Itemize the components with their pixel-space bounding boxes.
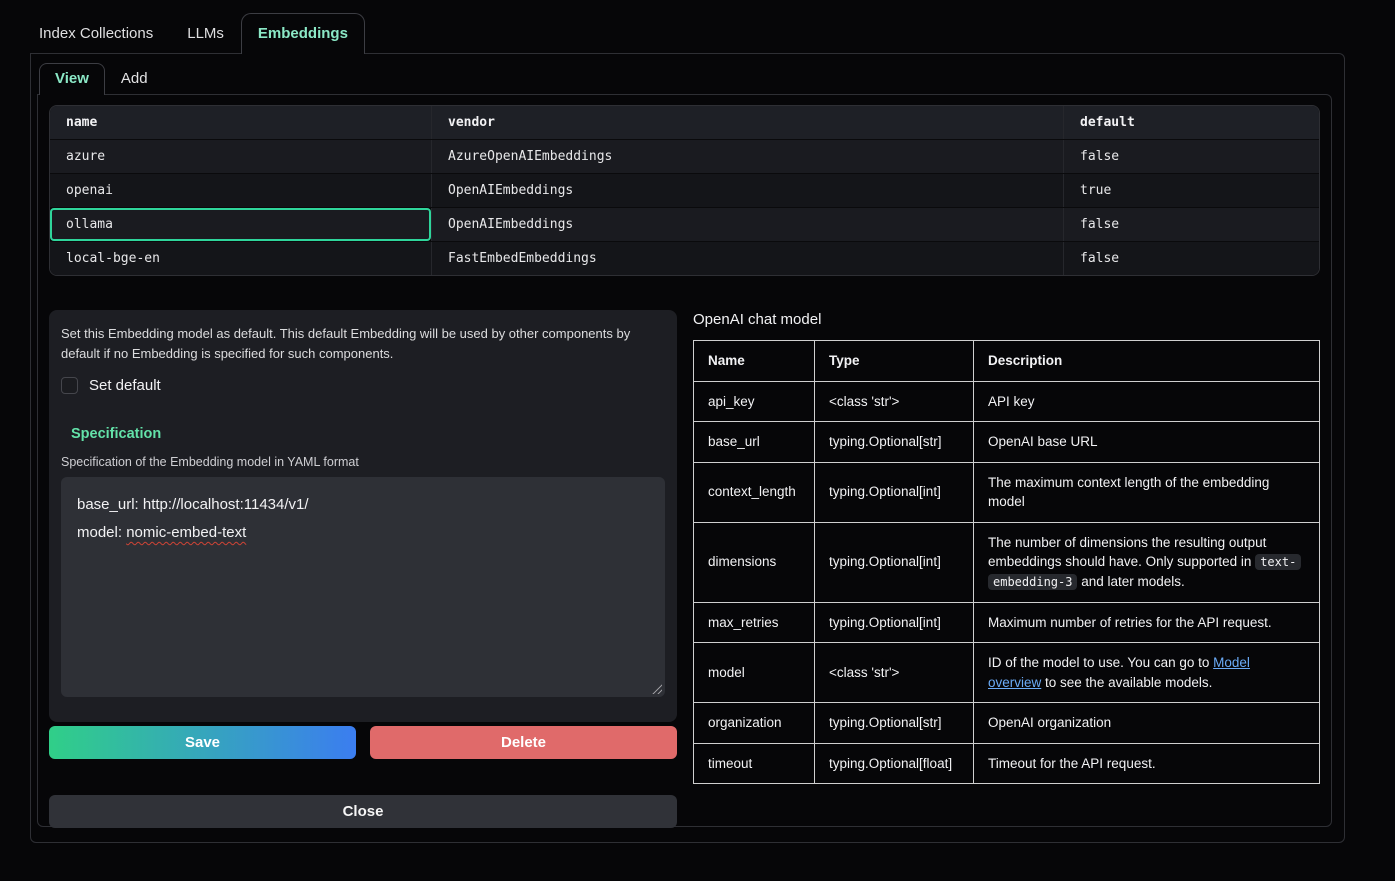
table-row-azure: azureAzureOpenAIEmbeddingsfalse [50,139,1319,173]
schema-description-api-key: API key [974,381,1320,422]
view-tab-panel: namevendordefaultazureAzureOpenAIEmbeddi… [37,94,1332,827]
table-row-ollama: ollamaOpenAIEmbeddingsfalse [50,207,1319,241]
table-row-openai: openaiOpenAIEmbeddingstrue [50,173,1319,207]
embeddings-table-header-row: namevendordefault [50,106,1319,139]
misspelled-word: nomic-embed-text [126,524,246,541]
column-header-vendor[interactable]: vendor [431,106,1063,139]
cell-openai-default[interactable]: true [1063,174,1319,207]
inline-code: text-embedding-3 [988,554,1301,590]
schema-description-model: ID of the model to use. You can go to Mo… [974,643,1320,703]
cell-azure-name[interactable]: azure [50,140,431,173]
schema-type-context-length: typing.Optional[int] [815,462,974,522]
schema-row-organization: organizationtyping.Optional[str]OpenAI o… [694,703,1320,744]
spec-yaml-textarea[interactable]: base_url: http://localhost:11434/v1/ mod… [61,477,665,697]
model-overview-link[interactable]: Model overview [988,655,1250,690]
default-settings-card: Set this Embedding model as default. Thi… [49,310,677,722]
schema-name-dimensions: dimensions [694,522,815,602]
view-add-tab-bar: ViewAdd [31,63,1344,94]
schema-column-header-name: Name [694,341,815,382]
column-header-name[interactable]: name [50,106,431,139]
schema-name-model: model [694,643,815,703]
schema-type-base-url: typing.Optional[str] [815,422,974,463]
delete-button[interactable]: Delete [370,726,677,759]
schema-type-api-key: <class 'str'> [815,381,974,422]
schema-description-organization: OpenAI organization [974,703,1320,744]
main-tab-bar: Index CollectionsLLMsEmbeddings [0,0,1395,53]
set-default-label: Set default [89,377,161,394]
schema-name-context-length: context_length [694,462,815,522]
cell-azure-vendor[interactable]: AzureOpenAIEmbeddings [431,140,1063,173]
set-default-description: Set this Embedding model as default. Thi… [61,324,665,363]
edit-column: Set this Embedding model as default. Thi… [49,310,677,828]
subtab-add[interactable]: Add [105,63,164,95]
tab-index-collections[interactable]: Index Collections [22,13,170,54]
cell-openai-name[interactable]: openai [50,174,431,207]
schema-row-dimensions: dimensionstyping.Optional[int]The number… [694,522,1320,602]
cell-ollama-vendor[interactable]: OpenAIEmbeddings [431,208,1063,241]
resize-handle-icon[interactable] [651,683,662,694]
detail-section: Set this Embedding model as default. Thi… [49,310,1320,828]
schema-column: OpenAI chat model NameTypeDescription ap… [693,310,1320,784]
close-button[interactable]: Close [49,795,677,828]
cell-local-bge-en-name[interactable]: local-bge-en [50,242,431,275]
schema-description-timeout: Timeout for the API request. [974,743,1320,784]
tab-llms[interactable]: LLMs [170,13,241,54]
specification-subtitle: Specification of the Embedding model in … [61,455,665,469]
schema-row-timeout: timeouttyping.Optional[float]Timeout for… [694,743,1320,784]
schema-table-body: api_key<class 'str'>API keybase_urltypin… [694,381,1320,784]
yaml-line-2: model: nomic-embed-text [77,519,649,547]
set-default-row: Set default [61,375,665,395]
cell-ollama-default[interactable]: false [1063,208,1319,241]
schema-row-api-key: api_key<class 'str'>API key [694,381,1320,422]
column-header-default[interactable]: default [1063,106,1319,139]
schema-name-timeout: timeout [694,743,815,784]
schema-column-header-description: Description [974,341,1320,382]
cell-openai-vendor[interactable]: OpenAIEmbeddings [431,174,1063,207]
schema-description-dimensions: The number of dimensions the resulting o… [974,522,1320,602]
schema-type-model: <class 'str'> [815,643,974,703]
schema-row-max-retries: max_retriestyping.Optional[int]Maximum n… [694,602,1320,643]
schema-header-row: NameTypeDescription [694,341,1320,382]
cell-local-bge-en-default[interactable]: false [1063,242,1319,275]
schema-column-header-type: Type [815,341,974,382]
specification-heading: Specification [71,426,665,442]
schema-name-organization: organization [694,703,815,744]
schema-description-max-retries: Maximum number of retries for the API re… [974,602,1320,643]
yaml-line-1: base_url: http://localhost:11434/v1/ [77,491,649,519]
schema-row-model: model<class 'str'>ID of the model to use… [694,643,1320,703]
action-buttons: Save Delete [49,726,677,759]
schema-table-head: NameTypeDescription [694,341,1320,382]
save-button[interactable]: Save [49,726,356,759]
table-row-local-bge-en: local-bge-enFastEmbedEmbeddingsfalse [50,241,1319,275]
embeddings-tab-panel: ViewAdd namevendordefaultazureAzureOpenA… [30,53,1345,843]
schema-table: NameTypeDescription api_key<class 'str'>… [693,340,1320,784]
schema-name-api-key: api_key [694,381,815,422]
embeddings-table: namevendordefaultazureAzureOpenAIEmbeddi… [49,105,1320,276]
schema-panel-title: OpenAI chat model [693,311,1320,328]
schema-type-dimensions: typing.Optional[int] [815,522,974,602]
schema-type-timeout: typing.Optional[float] [815,743,974,784]
cell-azure-default[interactable]: false [1063,140,1319,173]
schema-name-max-retries: max_retries [694,602,815,643]
schema-description-base-url: OpenAI base URL [974,422,1320,463]
cell-ollama-name[interactable]: ollama [50,208,431,241]
schema-type-max-retries: typing.Optional[int] [815,602,974,643]
schema-description-context-length: The maximum context length of the embedd… [974,462,1320,522]
tab-embeddings[interactable]: Embeddings [241,13,365,54]
cell-local-bge-en-vendor[interactable]: FastEmbedEmbeddings [431,242,1063,275]
schema-name-base-url: base_url [694,422,815,463]
schema-type-organization: typing.Optional[str] [815,703,974,744]
subtab-view[interactable]: View [39,63,105,95]
schema-row-context-length: context_lengthtyping.Optional[int]The ma… [694,462,1320,522]
set-default-checkbox[interactable] [61,377,78,394]
schema-row-base-url: base_urltyping.Optional[str]OpenAI base … [694,422,1320,463]
